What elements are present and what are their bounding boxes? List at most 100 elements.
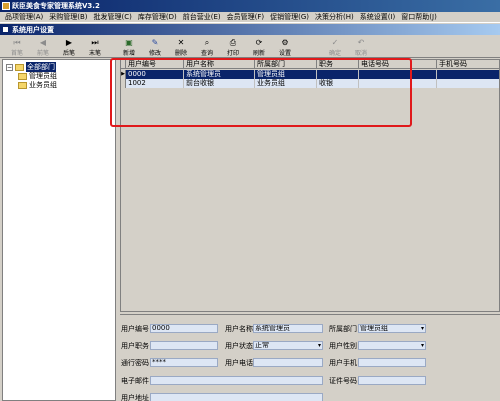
cell-position: 收银 (317, 79, 359, 88)
last-record-button[interactable]: ⏭ 末笔 (82, 36, 108, 58)
prev-icon: ◀ (39, 37, 47, 47)
user-id-label: 用户编号 (121, 325, 149, 333)
menu-bar: 品项管理(A) 采购管理(B) 批发管理(C) 库存管理(D) 前台营业(E) … (0, 12, 500, 23)
menu-item-help[interactable]: 窗口帮助(J) (398, 12, 440, 22)
print-button[interactable]: ⎙ 打印 (220, 36, 246, 58)
query-button[interactable]: ⌕ 查询 (194, 36, 220, 58)
cell-phone (359, 79, 437, 88)
app-title-bar: 跃臣美食专家管理系统V3.2 (0, 0, 500, 12)
email-field[interactable] (150, 376, 323, 385)
tree-node-staff-group[interactable]: 业务员组 (18, 80, 57, 90)
cell-mobile (437, 79, 499, 88)
user-id-field[interactable]: 0000 (150, 324, 218, 333)
window-title: 系统用户设置 (12, 25, 54, 34)
column-header-phone[interactable]: 电话号码 (359, 60, 437, 69)
toolbar: ⏮ 首笔 ◀ 前笔 ▶ 后笔 ⏭ 末笔 ▣ 新增 ✎ 修改 ✕ 删除 ⌕ 查询 ⎙ 打印 ⟳ 刷新 … (0, 36, 500, 58)
user-name-label: 用户名称 (225, 325, 253, 333)
next-record-button[interactable]: ▶ 后笔 (56, 36, 82, 58)
column-header-mobile[interactable]: 手机号码 (437, 60, 499, 69)
collapse-icon[interactable]: − (6, 63, 13, 71)
user-name-field[interactable]: 系统管理员 (253, 324, 323, 333)
cell-user-id: 1002 (126, 79, 184, 88)
column-header-department[interactable]: 所属部门 (255, 60, 317, 69)
menu-item-products[interactable]: 品项管理(A) (2, 12, 46, 22)
mobile-label: 用户手机 (329, 359, 357, 367)
phone-field[interactable] (253, 358, 323, 367)
user-detail-form: 用户编号 0000 用户名称 系统管理员 所属部门 管理员组 ▾ 用户职务 用户状… (120, 314, 500, 401)
settings-icon: ⚙ (281, 37, 289, 47)
cell-user-name: 系统管理员 (184, 70, 255, 79)
user-grid[interactable]: 用户编号 用户名称 所属部门 职务 电话号码 手机号码 ▶ 0000 系统管理员… (120, 59, 500, 312)
cell-department: 业务员组 (255, 79, 317, 88)
refresh-icon: ⟳ (255, 37, 263, 47)
edit-button[interactable]: ✎ 修改 (142, 36, 168, 58)
delete-button[interactable]: ✕ 删除 (168, 36, 194, 58)
prev-record-button[interactable]: ◀ 前笔 (30, 36, 56, 58)
table-row[interactable]: 1002 前台收银 业务员组 收银 (121, 79, 499, 88)
dropdown-arrow-icon: ▾ (317, 342, 321, 349)
dropdown-arrow-icon: ▾ (420, 325, 424, 332)
first-record-button[interactable]: ⏮ 首笔 (4, 36, 30, 58)
toolbar-separator (298, 36, 322, 57)
settings-button[interactable]: ⚙ 设置 (272, 36, 298, 58)
column-header-user-id[interactable]: 用户编号 (126, 60, 184, 69)
add-icon: ▣ (125, 37, 133, 47)
department-select[interactable]: 管理员组 ▾ (358, 324, 426, 333)
menu-item-analysis[interactable]: 决策分析(H) (312, 12, 357, 22)
checkmark-icon: ✓ (331, 37, 339, 47)
table-row[interactable]: ▶ 0000 系统管理员 管理员组 (121, 70, 499, 79)
menu-item-wholesale[interactable]: 批发管理(C) (91, 12, 135, 22)
cell-department: 管理员组 (255, 70, 317, 79)
window-icon (2, 26, 9, 33)
dropdown-arrow-icon: ▾ (420, 342, 424, 349)
gender-select[interactable]: ▾ (358, 341, 426, 350)
department-label: 所属部门 (329, 325, 357, 333)
phone-label: 用户电话 (225, 359, 253, 367)
folder-icon (18, 72, 27, 80)
menu-item-inventory[interactable]: 库存管理(D) (135, 12, 180, 22)
address-field[interactable] (150, 393, 323, 401)
toolbar-separator (108, 36, 116, 57)
column-header-position[interactable]: 职务 (317, 60, 359, 69)
cancel-button[interactable]: ↶ 取消 (348, 36, 374, 58)
add-button[interactable]: ▣ 新增 (116, 36, 142, 58)
password-field[interactable]: **** (150, 358, 218, 367)
menu-item-purchase[interactable]: 采购管理(B) (46, 12, 90, 22)
cell-user-name: 前台收银 (184, 79, 255, 88)
menu-item-promotion[interactable]: 促销管理(G) (267, 12, 312, 22)
printer-icon: ⎙ (229, 37, 237, 47)
confirm-button[interactable]: ✓ 确定 (322, 36, 348, 58)
app-icon (2, 2, 10, 10)
status-select[interactable]: 正常 ▾ (253, 341, 323, 350)
folder-icon (15, 63, 24, 71)
password-label: 通行密码 (121, 359, 149, 367)
position-label: 用户职务 (121, 342, 149, 350)
menu-item-settings[interactable]: 系统设置(I) (357, 12, 399, 22)
cell-phone (359, 70, 437, 79)
edit-icon: ✎ (151, 37, 159, 47)
status-label: 用户状态 (225, 342, 253, 350)
first-icon: ⏮ (13, 37, 21, 47)
menu-item-members[interactable]: 会员管理(F) (224, 12, 268, 22)
cell-position (317, 70, 359, 79)
cell-user-id: 0000 (126, 70, 184, 79)
undo-icon: ↶ (357, 37, 365, 47)
cell-mobile (437, 70, 499, 79)
position-field[interactable] (150, 341, 218, 350)
refresh-button[interactable]: ⟳ 刷新 (246, 36, 272, 58)
gender-label: 用户性别 (329, 342, 357, 350)
app-title: 跃臣美食专家管理系统V3.2 (12, 2, 100, 10)
department-tree[interactable]: − 全部部门 管理员组 业务员组 (2, 59, 116, 401)
last-icon: ⏭ (91, 37, 99, 47)
mobile-field[interactable] (358, 358, 426, 367)
next-icon: ▶ (65, 37, 73, 47)
menu-item-front-desk[interactable]: 前台营业(E) (180, 12, 224, 22)
email-label: 电子邮件 (121, 377, 149, 385)
query-icon: ⌕ (204, 37, 210, 47)
id-number-field[interactable] (358, 376, 426, 385)
id-number-label: 证件号码 (329, 377, 357, 385)
delete-icon: ✕ (177, 37, 185, 47)
column-header-user-name[interactable]: 用户名称 (184, 60, 255, 69)
address-label: 用户地址 (121, 394, 149, 401)
grid-header: 用户编号 用户名称 所属部门 职务 电话号码 手机号码 (121, 60, 499, 69)
